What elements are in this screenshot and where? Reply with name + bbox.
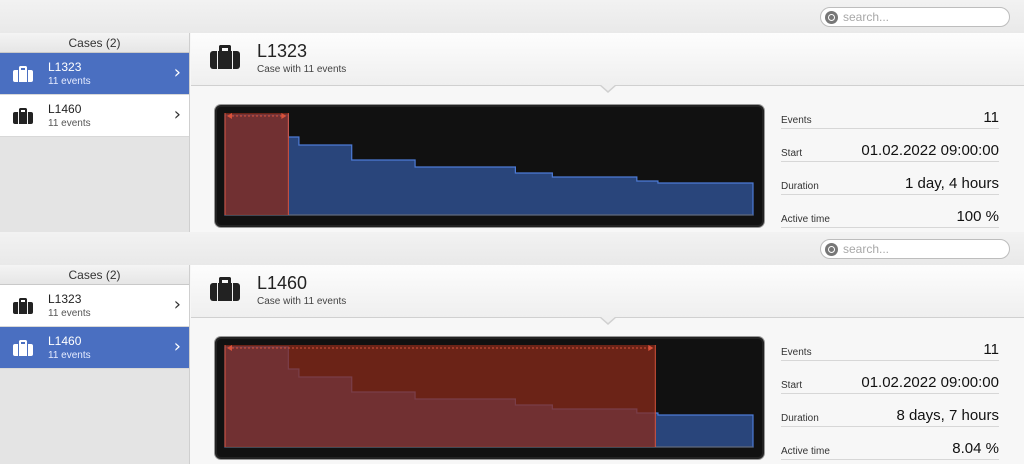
stat-value: 11: [983, 109, 999, 126]
search-icon: [825, 11, 838, 24]
case-subtitle: Case with 11 events: [257, 296, 347, 307]
case-timeline-chart[interactable]: [215, 105, 764, 227]
sidebar: Cases (2) L1323 11 events › L1460 11 eve…: [0, 265, 190, 464]
stat-duration: Duration 1 day, 4 hours: [781, 162, 999, 195]
case-header: L1323 Case with 11 events: [191, 33, 1024, 86]
briefcase-icon: [13, 66, 33, 82]
case-header: L1460 Case with 11 events: [191, 265, 1024, 318]
header-pointer: [599, 84, 617, 93]
briefcase-icon: [13, 108, 33, 124]
top-bar: [0, 0, 1024, 33]
briefcase-icon: [13, 340, 33, 356]
case-panel: Cases (2) L1323 11 events › L1460 11 eve…: [0, 0, 1024, 232]
chevron-right-icon: ›: [173, 62, 181, 83]
case-title: L1323: [257, 41, 308, 61]
case-detail: L1323 Case with 11 events Events 11 Star…: [191, 33, 1024, 232]
case-panel: Cases (2) L1323 11 events › L1460 11 eve…: [0, 232, 1024, 464]
briefcase-icon: [210, 45, 240, 69]
search-icon: [825, 243, 838, 256]
case-item-title: L1323: [48, 60, 82, 74]
search-box[interactable]: [820, 239, 1010, 259]
active-time-highlight: [225, 345, 656, 447]
case-item-title: L1323: [48, 292, 82, 306]
stat-value: 1 day, 4 hours: [905, 175, 999, 192]
search-box[interactable]: [820, 7, 1010, 27]
sidebar: Cases (2) L1323 11 events › L1460 11 eve…: [0, 33, 190, 232]
search-input[interactable]: [843, 241, 1003, 257]
stat-label: Duration: [781, 181, 819, 192]
stat-label: Active time: [781, 446, 830, 457]
case-item-subtitle: 11 events: [48, 118, 91, 129]
search-input[interactable]: [843, 9, 1003, 25]
stat-duration: Duration 8 days, 7 hours: [781, 394, 999, 427]
stat-start: Start 01.02.2022 09:00:00: [781, 361, 999, 394]
stat-label: Events: [781, 347, 812, 358]
chevron-right-icon: ›: [173, 336, 181, 357]
case-subtitle: Case with 11 events: [257, 64, 347, 75]
stat-events: Events 11: [781, 337, 999, 361]
stat-value: 8.04 %: [952, 440, 999, 457]
case-title: L1460: [257, 273, 308, 293]
stat-label: Active time: [781, 214, 830, 225]
stat-events: Events 11: [781, 105, 999, 129]
case-stats: Events 11 Start 01.02.2022 09:00:00 Dura…: [781, 337, 999, 460]
case-item-title: L1460: [48, 334, 82, 348]
case-item-subtitle: 11 events: [48, 308, 91, 319]
stat-active-time: Active time 100 %: [781, 195, 999, 228]
case-list-item-l1323[interactable]: L1323 11 events ›: [0, 53, 189, 95]
stat-value: 11: [983, 341, 999, 358]
briefcase-icon: [13, 298, 33, 314]
top-bar: [0, 232, 1024, 265]
sidebar-header: Cases (2): [0, 33, 189, 53]
chevron-right-icon: ›: [173, 104, 181, 125]
case-item-title: L1460: [48, 102, 82, 116]
stat-value: 8 days, 7 hours: [896, 407, 999, 424]
stat-label: Duration: [781, 413, 819, 424]
stat-active-time: Active time 8.04 %: [781, 427, 999, 460]
header-pointer: [599, 316, 617, 325]
timeline-series-area: [224, 114, 754, 216]
case-timeline-chart[interactable]: [215, 337, 764, 459]
chevron-right-icon: ›: [173, 294, 181, 315]
sidebar-header: Cases (2): [0, 265, 189, 285]
timeline-svg: [224, 113, 754, 216]
stat-value: 100 %: [956, 208, 999, 225]
case-list-item-l1323[interactable]: L1323 11 events ›: [0, 285, 189, 327]
stat-label: Events: [781, 115, 812, 126]
stat-label: Start: [781, 380, 803, 391]
case-stats: Events 11 Start 01.02.2022 09:00:00 Dura…: [781, 105, 999, 228]
active-time-highlight: [225, 113, 289, 215]
timeline-svg: [224, 345, 754, 448]
case-list-item-l1460[interactable]: L1460 11 events ›: [0, 95, 189, 137]
case-detail: L1460 Case with 11 events Events 11 Star…: [191, 265, 1024, 464]
briefcase-icon: [210, 277, 240, 301]
stat-value: 01.02.2022 09:00:00: [861, 374, 999, 391]
case-list-item-l1460[interactable]: L1460 11 events ›: [0, 327, 189, 369]
stat-label: Start: [781, 148, 803, 159]
stat-value: 01.02.2022 09:00:00: [861, 142, 999, 159]
stat-start: Start 01.02.2022 09:00:00: [781, 129, 999, 162]
case-item-subtitle: 11 events: [48, 350, 91, 361]
case-item-subtitle: 11 events: [48, 76, 91, 87]
